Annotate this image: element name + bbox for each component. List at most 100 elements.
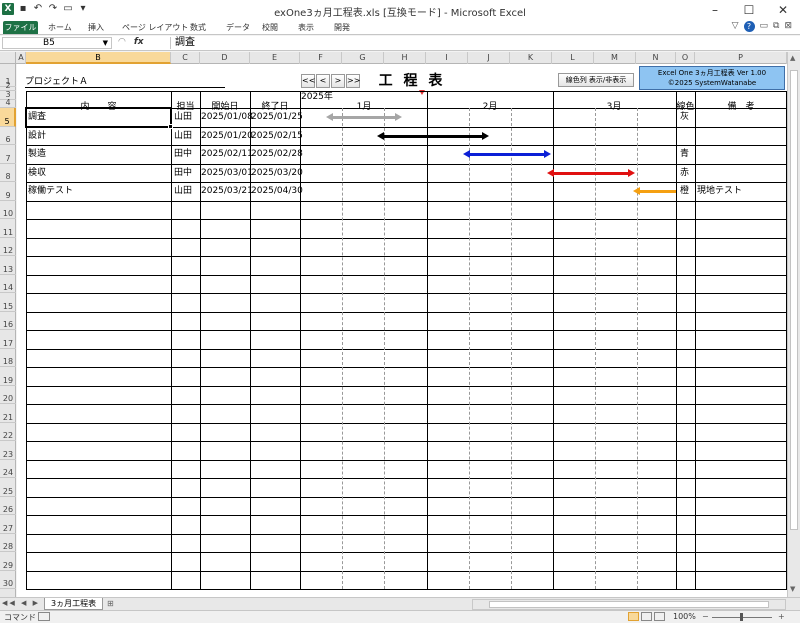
help-icon[interactable]: ? <box>743 21 755 32</box>
task-name-cell[interactable]: 検収 <box>28 167 46 179</box>
column-header-b[interactable]: B <box>26 52 171 64</box>
row-header-16[interactable]: 16 <box>0 312 16 330</box>
row-header-15[interactable]: 15 <box>0 293 16 312</box>
task-owner-cell[interactable]: 山田 <box>174 111 192 123</box>
normal-view-icon[interactable] <box>628 612 639 621</box>
row-header-8[interactable]: 8 <box>0 164 16 182</box>
toggle-line-color-button[interactable]: 線色列 表示/非表示 <box>558 73 634 87</box>
task-name-cell[interactable]: 製造 <box>28 148 46 160</box>
worksheet-grid[interactable]: プロジェクトＡ << < > >> 工 程 表 線色列 表示/非表示 Excel… <box>17 64 787 597</box>
nav-prev-button[interactable]: < <box>316 74 330 88</box>
row-header-13[interactable]: 13 <box>0 256 16 275</box>
column-header-i[interactable]: I <box>426 52 468 64</box>
nav-last-button[interactable]: >> <box>346 74 360 88</box>
row-header-24[interactable]: 24 <box>0 460 16 478</box>
column-header-m[interactable]: M <box>594 52 636 64</box>
row-header-19[interactable]: 19 <box>0 367 16 386</box>
tab-home[interactable]: ホーム <box>48 21 72 34</box>
column-header-n[interactable]: N <box>636 52 676 64</box>
row-header-30[interactable]: 30 <box>0 571 16 589</box>
row-header-20[interactable]: 20 <box>0 386 16 404</box>
row-header-27[interactable]: 27 <box>0 515 16 534</box>
column-header-k[interactable]: K <box>510 52 552 64</box>
tab-file[interactable]: ファイル <box>3 21 38 34</box>
scroll-down-icon[interactable]: ▼ <box>790 585 795 593</box>
close-button[interactable]: ✕ <box>766 0 800 20</box>
row-header-14[interactable]: 14 <box>0 275 16 293</box>
column-header-e[interactable]: E <box>250 52 300 64</box>
row-header-9[interactable]: 9 <box>0 182 16 201</box>
task-owner-cell[interactable]: 田中 <box>174 148 192 160</box>
column-header-a[interactable]: A <box>17 52 26 64</box>
vertical-scrollbar[interactable]: ▲ ▼ <box>787 52 800 597</box>
row-header-22[interactable]: 22 <box>0 423 16 441</box>
task-name-cell[interactable]: 設計 <box>28 130 46 142</box>
scroll-up-icon[interactable]: ▲ <box>790 54 795 62</box>
task-start-cell[interactable]: 2025/01/20 <box>201 130 253 142</box>
row-header-23[interactable]: 23 <box>0 441 16 460</box>
fill-handle[interactable] <box>168 123 173 129</box>
minimize-button[interactable]: – <box>698 0 732 20</box>
formula-input[interactable]: 調査 <box>170 37 792 49</box>
tab-view[interactable]: 表示 <box>298 21 314 34</box>
insert-function-icon[interactable]: fx <box>134 37 144 47</box>
macro-record-icon[interactable] <box>38 612 50 621</box>
select-all-corner[interactable] <box>0 52 16 64</box>
zoom-level[interactable]: 100% <box>673 612 696 621</box>
task-end-cell[interactable]: 2025/01/25 <box>251 111 303 123</box>
nav-next-button[interactable]: > <box>331 74 345 88</box>
task-start-cell[interactable]: 2025/02/11 <box>201 148 253 160</box>
workbook-restore-icon[interactable]: ⧉ <box>773 21 779 32</box>
ribbon-minimize-icon[interactable]: ▽ <box>732 21 739 32</box>
column-header-j[interactable]: J <box>468 52 510 64</box>
row-header-7[interactable]: 7 <box>0 145 16 164</box>
task-end-cell[interactable]: 2025/02/15 <box>251 130 303 142</box>
column-header-p[interactable]: P <box>695 52 787 64</box>
task-start-cell[interactable]: 2025/03/01 <box>201 167 253 179</box>
task-end-cell[interactable]: 2025/02/28 <box>251 148 303 160</box>
tab-formulas[interactable]: 数式 <box>190 21 206 34</box>
column-header-d[interactable]: D <box>200 52 250 64</box>
column-header-c[interactable]: C <box>171 52 200 64</box>
horizontal-scrollbar[interactable] <box>472 599 786 610</box>
column-header-o[interactable]: O <box>676 52 695 64</box>
row-header-18[interactable]: 18 <box>0 349 16 367</box>
row-header-17[interactable]: 17 <box>0 330 16 349</box>
workbook-minimize-icon[interactable]: ▭ <box>760 21 769 32</box>
horizontal-scroll-thumb[interactable] <box>489 601 769 608</box>
zoom-in-icon[interactable]: + <box>778 612 785 621</box>
task-color-cell[interactable]: 橙 <box>680 185 689 197</box>
page-layout-view-icon[interactable] <box>641 612 652 621</box>
task-owner-cell[interactable]: 田中 <box>174 167 192 179</box>
column-header-g[interactable]: G <box>342 52 384 64</box>
zoom-knob[interactable] <box>740 613 743 621</box>
row-header-12[interactable]: 12 <box>0 238 16 256</box>
task-name-cell[interactable]: 稼働テスト <box>28 185 73 197</box>
row-header-21[interactable]: 21 <box>0 404 16 423</box>
nav-first-button[interactable]: << <box>301 74 315 88</box>
name-box[interactable]: B5 ▼ <box>2 37 112 49</box>
task-start-cell[interactable]: 2025/01/08 <box>201 111 253 123</box>
row-header-6[interactable]: 6 <box>0 127 16 145</box>
column-header-l[interactable]: L <box>552 52 594 64</box>
task-owner-cell[interactable]: 山田 <box>174 185 192 197</box>
insert-sheet-icon[interactable]: ⊞ <box>107 599 114 608</box>
task-color-cell[interactable]: 青 <box>680 148 689 160</box>
vertical-scroll-thumb[interactable] <box>790 70 798 530</box>
row-header-5[interactable]: 5 <box>0 108 16 127</box>
task-owner-cell[interactable]: 山田 <box>174 130 192 142</box>
row-header-29[interactable]: 29 <box>0 552 16 571</box>
task-color-cell[interactable]: 灰 <box>680 111 689 123</box>
column-header-f[interactable]: F <box>300 52 342 64</box>
sheet-tab-3month[interactable]: 3ヵ月工程表 <box>44 598 104 610</box>
tab-page-layout[interactable]: ページ レイアウト <box>122 21 188 34</box>
chevron-down-icon[interactable]: ▼ <box>103 38 108 48</box>
task-start-cell[interactable]: 2025/03/21 <box>201 185 253 197</box>
page-break-view-icon[interactable] <box>654 612 665 621</box>
column-header-h[interactable]: H <box>384 52 426 64</box>
row-header-11[interactable]: 11 <box>0 219 16 238</box>
maximize-button[interactable]: ☐ <box>732 0 766 20</box>
project-name-cell[interactable]: プロジェクトＡ <box>25 74 225 88</box>
row-header-10[interactable]: 10 <box>0 201 16 219</box>
tab-insert[interactable]: 挿入 <box>88 21 104 34</box>
